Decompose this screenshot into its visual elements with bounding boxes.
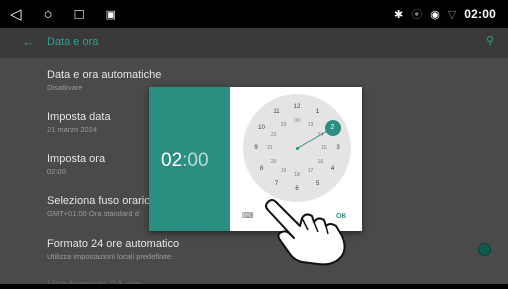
clock-number[interactable]: 11 [272,108,282,116]
clock-number-inner[interactable]: 13 [306,121,316,129]
setting-subtitle: Disattivare [47,83,83,92]
wifi-icon: ▽ [447,8,457,21]
setting-subtitle: Utilizza impostazioni locali predefinite [47,252,172,261]
clock-number-inner[interactable]: 16 [315,158,325,166]
clock-number-inner[interactable]: 19 [279,167,289,175]
clock-number[interactable]: 10 [256,124,266,132]
search-icon[interactable]: ⚲ [486,34,494,47]
setting-title: Seleziona fuso orario [47,195,151,207]
keyboard-icon[interactable]: ⌨ [242,211,254,220]
hand-pointer-icon [265,199,346,266]
setting-title: Formato 24 ore automatico [47,238,180,250]
clock-number[interactable]: 4 [328,165,338,173]
clock-number[interactable]: 1 [313,108,323,116]
screen: ◁ ○ □ ▣ ✱ ⦿ ◉ ▽ 02:00 ← Data e ora ⚲ Dat… [0,0,508,289]
clock-number-inner[interactable]: 15 [319,144,329,152]
status-icons: ✱ ⦿ ◉ ▽ 02:00 [394,0,496,28]
clock-center [295,146,299,150]
setting-subtitle: 21 marzo 2024 [47,125,98,134]
clock-number-inner[interactable]: 22 [269,131,279,139]
clock-number-inner[interactable]: 00 [292,117,302,125]
setting-timezone[interactable]: Seleziona fuso orario GMT+01:00 Ora stan… [47,195,150,219]
bluetooth-icon: ✱ [394,8,404,21]
setting-subtitle: 02:00 [47,167,66,176]
recents-nav-icon[interactable]: □ [75,6,84,23]
back-arrow-icon[interactable]: ← [22,34,35,49]
clock-number[interactable]: 12 [292,103,302,111]
signal-icon: ⦿ [411,9,423,21]
app-bar: ← Data e ora ⚲ [0,28,508,58]
setting-title: Imposta ora [47,153,106,165]
clock-number[interactable]: 8 [256,165,266,173]
clock-number[interactable]: 3 [333,144,343,152]
minute-display[interactable]: 00 [187,150,208,171]
clock-number-inner[interactable]: 17 [306,167,316,175]
time-display: 02:00 [161,150,209,172]
home-nav-icon[interactable]: ○ [44,6,53,23]
auto-24h-toggle[interactable] [478,243,491,256]
clock-number[interactable]: 5 [313,180,323,188]
time-header: 02:00 [149,87,230,231]
status-bar: ◁ ○ □ ▣ ✱ ⦿ ◉ ▽ 02:00 [0,0,508,28]
setting-auto-date-time[interactable]: Data e ora automatiche Disattivare [47,69,161,93]
bottom-edge [0,284,508,289]
clock-number-inner[interactable]: 23 [279,121,289,129]
clock-number[interactable]: 6 [292,185,302,193]
navigation-buttons: ◁ ○ □ ▣ [10,2,138,26]
clock-number[interactable]: 7 [272,180,282,188]
status-time: 02:00 [464,7,496,21]
clock-number-selected[interactable]: 2 [324,119,341,136]
setting-set-time[interactable]: Imposta ora 02:00 [47,153,105,177]
setting-title: Imposta data [47,111,111,123]
page-title: Data e ora [47,36,99,48]
setting-title: Data e ora automatiche [47,69,162,81]
clock-number-inner[interactable]: 21 [265,144,275,152]
setting-subtitle: GMT+01:00 Ora standard d [47,209,139,218]
setting-set-date[interactable]: Imposta data 21 marzo 2024 [47,111,111,135]
clock-number-inner[interactable]: 20 [269,158,279,166]
location-icon: ◉ [430,8,440,21]
back-nav-icon[interactable]: ◁ [10,5,22,23]
app-nav-icon[interactable]: ▣ [106,8,116,21]
setting-auto-24h[interactable]: Formato 24 ore automatico Utilizza impos… [47,238,179,262]
clock-number-inner[interactable]: 18 [292,171,302,179]
hour-display[interactable]: 02 [161,150,182,171]
clock-number-inner[interactable]: 14 [315,131,325,139]
clock-number[interactable]: 9 [251,144,261,152]
clock-face[interactable]: 12 1 2 3 4 5 6 7 8 9 10 11 00 13 14 15 16 17 18 19 20 21 22 23 [243,94,351,202]
